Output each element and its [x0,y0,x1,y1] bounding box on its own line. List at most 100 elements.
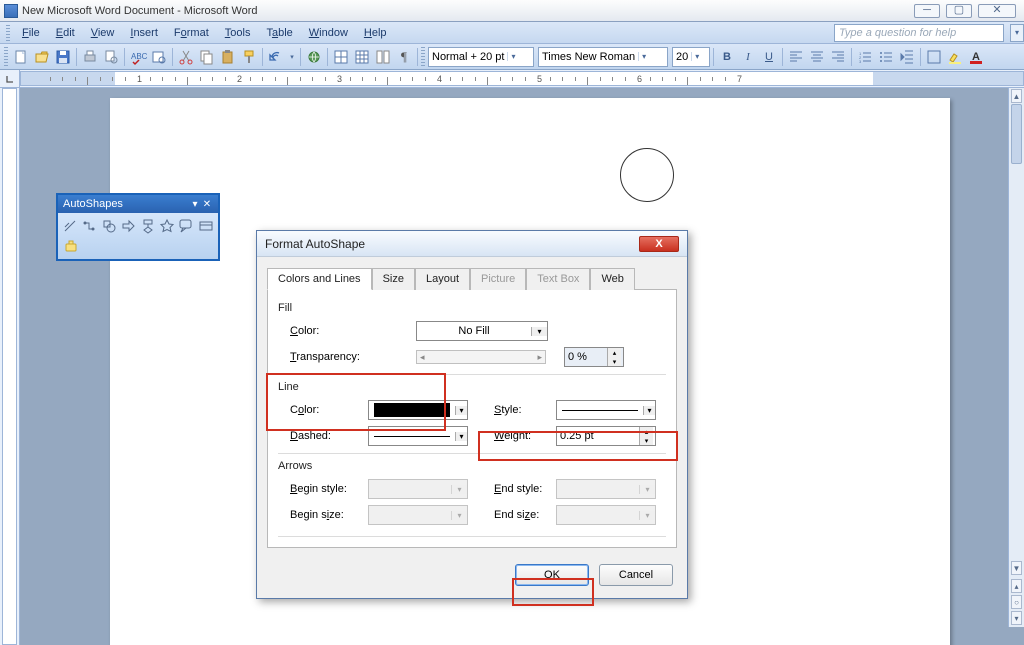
callouts-category-icon[interactable] [177,216,195,235]
paste-icon[interactable] [218,47,238,67]
menubar-grip[interactable] [6,25,10,41]
autoshape-extra-icon[interactable] [61,237,80,256]
font-color-icon[interactable]: A [966,47,986,67]
ok-button[interactable]: OK [515,564,589,586]
flowchart-category-icon[interactable] [139,216,157,235]
menu-window[interactable]: Window [301,24,356,42]
autoshapes-toolbar[interactable]: AutoShapes ▾ ✕ [56,193,220,261]
numbered-list-icon[interactable]: 123 [855,47,875,67]
end-style-combo: ▾ [556,479,656,499]
browse-object-button[interactable]: ○ [1011,595,1022,609]
help-search-dropdown[interactable]: ▾ [1010,24,1024,42]
undo-icon[interactable] [266,47,286,67]
align-right-icon[interactable] [828,47,848,67]
next-page-button[interactable]: ▾ [1011,611,1022,625]
toolbar-grip-1[interactable] [4,47,8,67]
dashed-combo[interactable]: ▾ [368,426,468,446]
begin-size-label: Begin size: [278,509,368,521]
align-left-icon[interactable] [786,47,806,67]
decrease-indent-icon[interactable] [897,47,917,67]
bulleted-list-icon[interactable] [876,47,896,67]
line-section-label: Line [278,381,666,393]
window-close-button[interactable]: ✕ [978,4,1016,18]
tables-borders-icon[interactable] [331,47,351,67]
underline-icon[interactable]: U [759,47,779,67]
toolbar-grip-2[interactable] [421,47,425,67]
menu-format[interactable]: Format [166,24,217,42]
print-preview-icon[interactable] [101,47,121,67]
ruler-number: 4 [437,74,442,84]
stars-banners-category-icon[interactable] [158,216,176,235]
columns-icon[interactable] [373,47,393,67]
prev-page-button[interactable]: ▴ [1011,579,1022,593]
print-icon[interactable] [80,47,100,67]
fill-section-label: Fill [278,302,666,314]
bold-icon[interactable]: B [717,47,737,67]
open-icon[interactable] [32,47,52,67]
tab-colors-and-lines[interactable]: Colors and Lines [267,268,372,290]
align-center-icon[interactable] [807,47,827,67]
vertical-ruler[interactable] [0,88,20,645]
transparency-spinner[interactable]: ▴▾ [564,347,624,367]
show-hide-icon[interactable]: ¶ [394,47,414,67]
cancel-button[interactable]: Cancel [599,564,673,586]
menu-file[interactable]: File [14,24,48,42]
line-color-combo[interactable]: ▾ [368,400,468,420]
style-combo[interactable]: Normal + 20 pt▾ [428,47,534,67]
fill-color-combo[interactable]: No Fill ▾ [416,321,548,341]
hyperlink-icon[interactable] [304,47,324,67]
dialog-titlebar[interactable]: Format AutoShape X [257,231,687,257]
scroll-up-button[interactable]: ▲ [1011,89,1022,103]
new-document-icon[interactable] [11,47,31,67]
menu-edit[interactable]: Edit [48,24,83,42]
copy-icon[interactable] [197,47,217,67]
redo-dropdown-icon[interactable]: ▾ [287,47,297,67]
scroll-down-button[interactable]: ▼ [1011,561,1022,575]
basic-shapes-category-icon[interactable] [100,216,118,235]
format-painter-icon[interactable] [239,47,259,67]
transparency-slider[interactable]: ◂▸ [416,350,546,364]
weight-value[interactable] [557,427,639,445]
autoshapes-close-icon[interactable]: ✕ [201,199,213,210]
window-minimize-button[interactable]: ─ [914,4,940,18]
tab-web[interactable]: Web [590,268,634,290]
menu-view[interactable]: View [83,24,123,42]
horizontal-ruler-row: 1234567 [0,70,1024,88]
weight-spinner[interactable]: ▴▾ [556,426,656,446]
font-size-combo[interactable]: 20▾ [672,47,710,67]
menu-insert[interactable]: Insert [122,24,166,42]
menu-help[interactable]: Help [356,24,395,42]
connectors-category-icon[interactable] [80,216,98,235]
more-autoshapes-icon[interactable] [197,216,215,235]
tab-type-icon[interactable] [5,74,15,84]
window-maximize-button[interactable]: ▢ [946,4,972,18]
italic-icon[interactable]: I [738,47,758,67]
help-search-input[interactable]: Type a question for help [834,24,1004,42]
block-arrows-category-icon[interactable] [119,216,137,235]
highlight-icon[interactable] [945,47,965,67]
spellcheck-icon[interactable]: ABC [128,47,148,67]
vertical-scrollbar[interactable]: ▲ ▼ ▴ ○ ▾ [1008,88,1024,627]
tab-size[interactable]: Size [372,268,415,290]
borders-icon[interactable] [924,47,944,67]
font-combo[interactable]: Times New Roman▾ [538,47,668,67]
autoshapes-options-icon[interactable]: ▾ [189,199,201,210]
line-style-combo[interactable]: ▾ [556,400,656,420]
dialog-close-button[interactable]: X [639,236,679,252]
begin-style-label: Begin style: [278,483,368,495]
tab-layout[interactable]: Layout [415,268,470,290]
save-icon[interactable] [53,47,73,67]
lines-category-icon[interactable] [61,216,79,235]
menu-tools[interactable]: Tools [217,24,259,42]
transparency-value[interactable] [565,348,607,366]
insert-table-icon[interactable] [352,47,372,67]
horizontal-ruler[interactable]: 1234567 [20,71,1024,86]
autoshapes-toolbar-header[interactable]: AutoShapes ▾ ✕ [58,195,218,213]
circle-autoshape[interactable] [620,148,674,202]
menu-table[interactable]: Table [258,24,300,42]
cut-icon[interactable] [176,47,196,67]
format-autoshape-dialog: Format AutoShape X Colors and Lines Size… [256,230,688,599]
research-icon[interactable] [149,47,169,67]
tab-text-box: Text Box [526,268,590,290]
scroll-thumb[interactable] [1011,104,1022,164]
